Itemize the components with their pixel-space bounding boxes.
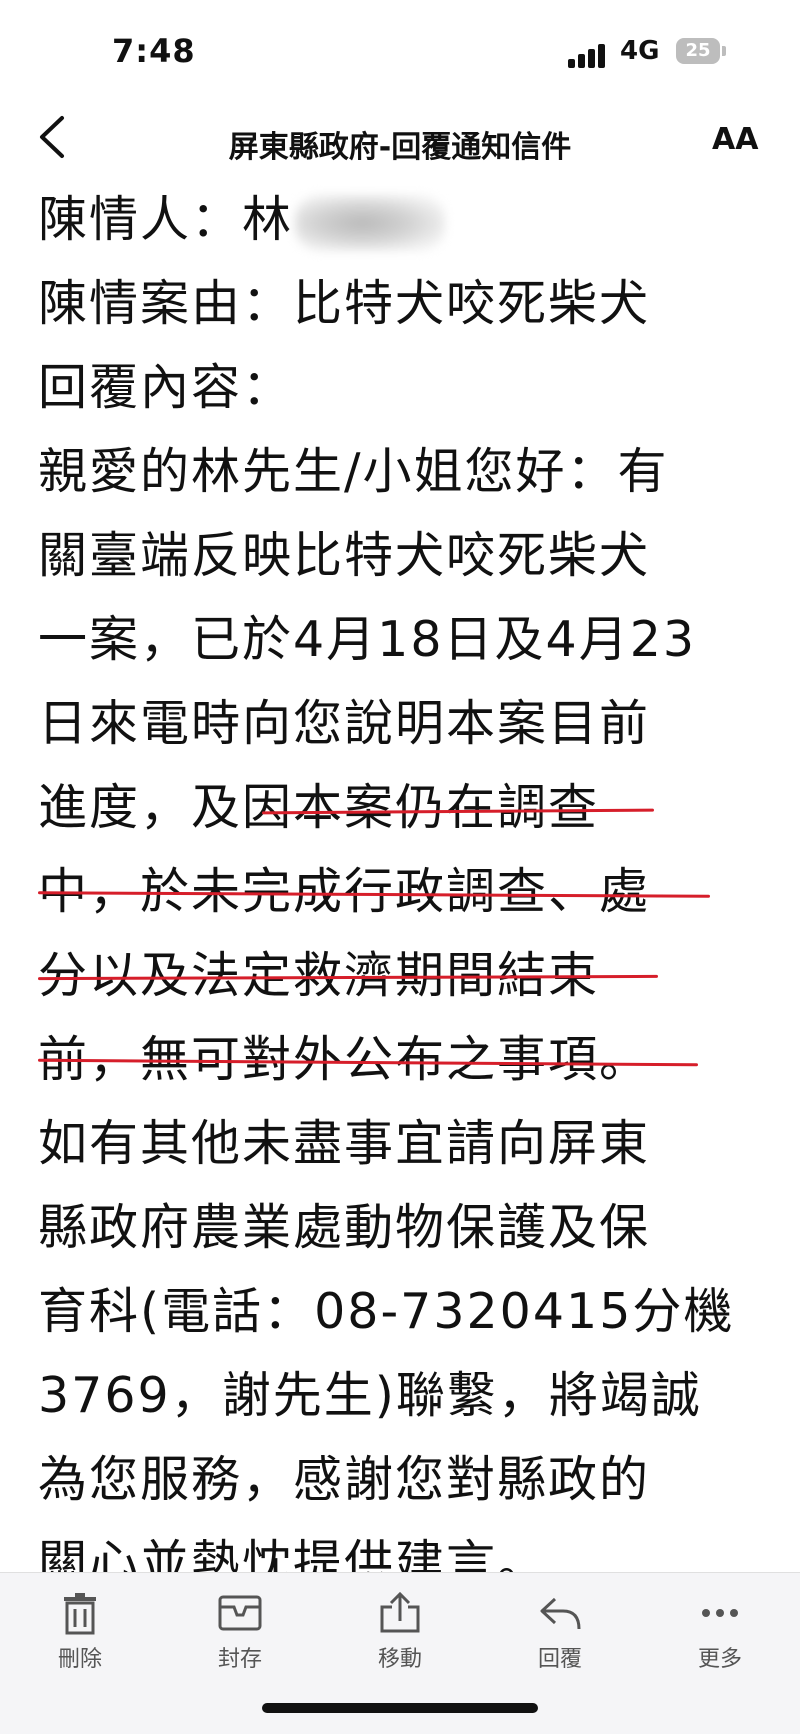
battery-tip <box>722 46 726 56</box>
archive-icon <box>190 1591 290 1635</box>
archive-button[interactable]: 封存 <box>190 1591 290 1673</box>
battery-icon: 25 <box>676 38 720 64</box>
email-line: 3769，謝先生)聯繫，將竭誠 <box>38 1367 702 1424</box>
email-line: 陳情人：林 <box>38 178 778 262</box>
clock: 7:48 <box>112 32 196 70</box>
email-line: 日來電時向您說明本案目前 <box>38 695 651 752</box>
email-line: 陳情案由：比特犬咬死柴犬 <box>38 275 651 332</box>
back-button[interactable] <box>30 112 74 162</box>
text-size-button[interactable]: AA <box>712 122 758 157</box>
email-line: 為您服務，感謝您對縣政的 <box>38 1451 651 1508</box>
status-bar: 7:48 4G 25 <box>0 0 800 100</box>
nav-bar: 屏東縣政府-回覆通知信件 AA <box>0 100 800 180</box>
page-title: 屏東縣政府-回覆通知信件 <box>228 130 572 165</box>
email-line: 縣政府農業處動物保護及保 <box>38 1199 651 1256</box>
move-button[interactable]: 移動 <box>350 1591 450 1673</box>
more-icon <box>670 1591 770 1635</box>
reply-icon <box>510 1591 610 1635</box>
redacted-name <box>295 194 446 251</box>
email-line: 一案，已於4月18日及4月23 <box>38 611 697 668</box>
more-button[interactable]: 更多 <box>670 1591 770 1673</box>
email-line: 如有其他未盡事宜請向屏東 <box>38 1115 651 1172</box>
email-line: 育科(電話：08-7320415分機 <box>38 1283 735 1340</box>
signal-icon <box>568 44 608 68</box>
move-icon <box>350 1591 450 1635</box>
reply-button[interactable]: 回覆 <box>510 1591 610 1673</box>
network-type: 4G <box>620 36 660 66</box>
email-line: 親愛的林先生/小姐您好：有 <box>38 443 669 500</box>
home-indicator[interactable] <box>262 1703 538 1713</box>
chevron-left-icon <box>40 116 64 158</box>
delete-button[interactable]: 刪除 <box>30 1591 130 1673</box>
email-line: 進度，及因本案仍在調查 <box>38 779 600 836</box>
email-line: 回覆內容： <box>38 359 294 416</box>
email-line: 關臺端反映比特犬咬死柴犬 <box>38 527 651 584</box>
trash-icon <box>30 1591 130 1635</box>
